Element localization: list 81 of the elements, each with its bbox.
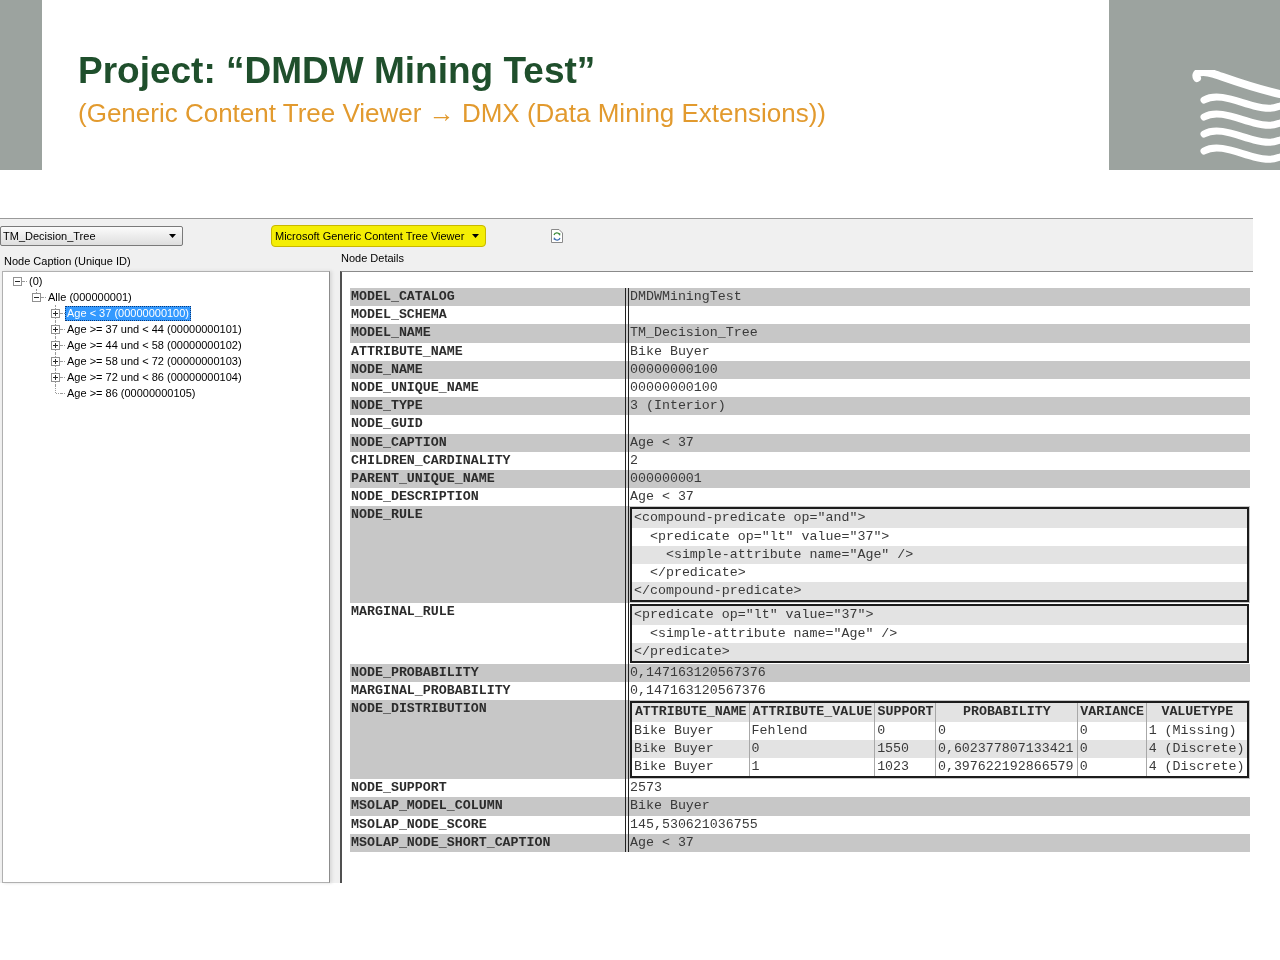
tree-item[interactable]: Age >= 37 und < 44 (00000000101) [65, 321, 244, 337]
code-line: </predicate> [648, 564, 747, 583]
column-header: PROBABILITY [935, 702, 1078, 722]
slide-title: Project: “DMDW Mining Test” [78, 52, 597, 89]
property-name: MSOLAP_NODE_SCORE [350, 815, 488, 834]
table-cell: 1550 [874, 739, 936, 759]
table-cell: Fehlend [749, 721, 875, 740]
plus-box-icon[interactable] [51, 356, 60, 366]
minus-box-icon[interactable] [13, 276, 22, 286]
slide-subtitle: (Generic Content Tree Viewer → DMX (Data Mining Extensions)) [78, 100, 828, 126]
table-cell: 0 [1077, 758, 1147, 778]
property-name: MSOLAP_MODEL_COLUMN [350, 797, 625, 816]
property-name: NODE_NAME [350, 360, 625, 379]
model-dropdown[interactable]: TM_Decision_Tree [0, 225, 183, 246]
table-cell: 1 (Missing) [1146, 721, 1248, 740]
property-value: 3 (Interior) [625, 397, 1250, 416]
property-name: MARGINAL_PROBABILITY [350, 682, 512, 701]
tree-item[interactable]: Age >= 44 und < 58 (00000000102) [65, 337, 244, 353]
code-line: <simple-attribute name="Age" /> [648, 624, 899, 643]
table-cell: 4 (Discrete) [1146, 739, 1248, 759]
property-value: 00000000100 [625, 360, 1250, 379]
refresh-icon[interactable] [551, 228, 563, 243]
table-cell: 0 [935, 721, 1078, 740]
plus-box-icon[interactable] [51, 324, 60, 334]
plus-box-icon[interactable] [51, 340, 60, 350]
property-name: NODE_RULE [350, 506, 625, 604]
property-name: NODE_GUID [350, 415, 424, 434]
property-name: MODEL_NAME [350, 324, 625, 343]
property-value: Bike Buyer [625, 797, 1250, 816]
waves-icon [1192, 70, 1280, 166]
table-cell: 1 [749, 758, 875, 778]
minus-box-icon[interactable] [32, 292, 41, 302]
property-name: MODEL_CATALOG [350, 288, 625, 307]
table-cell: Bike Buyer [631, 721, 749, 740]
tree-item[interactable]: Age >= 72 und < 86 (00000000104) [65, 369, 244, 385]
panel-label: Node Caption (Unique ID) [3, 254, 131, 269]
property-name: NODE_SUPPORT [350, 779, 448, 798]
property-value: TM_Decision_Tree [625, 324, 1250, 343]
panel-label: Node Details [340, 252, 404, 266]
property-value: DMDWMiningTest [625, 288, 1250, 307]
property-value: 0,147163120567376 [625, 664, 1250, 683]
table-cell: Bike Buyer [631, 739, 749, 759]
property-name: NODE_DISTRIBUTION [350, 700, 625, 780]
property-value: Age < 37 [625, 433, 1250, 452]
property-name: MSOLAP_NODE_SHORT_CAPTION [350, 833, 625, 853]
table-cell: 0,602377807133421 [935, 739, 1078, 759]
column-header: VALUETYPE [1146, 702, 1248, 722]
table-cell: 1023 [874, 758, 936, 778]
property-name: NODE_DESCRIPTION [350, 488, 480, 507]
tree-item[interactable]: Age >= 58 und < 72 (00000000103) [65, 353, 244, 369]
table-cell: Bike Buyer [631, 758, 749, 778]
column-header: VARIANCE [1077, 702, 1147, 722]
tree-item[interactable]: (0) [27, 273, 45, 289]
property-name: NODE_PROBABILITY [350, 664, 625, 683]
caret-icon [169, 233, 176, 238]
tree-item[interactable]: Alle (000000001) [46, 289, 134, 305]
caret-icon [472, 233, 479, 238]
tree-item[interactable]: Age >= 86 (00000000105) [65, 385, 198, 401]
plus-box-icon[interactable] [51, 372, 60, 382]
property-name: CHILDREN_CARDINALITY [350, 451, 512, 470]
property-name: MODEL_SCHEMA [350, 306, 448, 325]
table-cell: 0 [874, 721, 936, 740]
column-header: ATTRIBUTE_VALUE [749, 702, 875, 722]
property-name: MARGINAL_RULE [350, 603, 456, 622]
table-cell: 0 [749, 739, 875, 759]
property-value: 000000001 [625, 470, 1250, 489]
property-name: ATTRIBUTE_NAME [350, 342, 464, 361]
column-header: SUPPORT [874, 702, 936, 722]
table-cell: 0,397622192866579 [935, 758, 1078, 778]
code-line: <predicate op="lt" value="37"> [648, 527, 891, 546]
plus-box-icon[interactable] [51, 308, 60, 318]
property-name: NODE_UNIQUE_NAME [350, 379, 480, 397]
column-header: ATTRIBUTE_NAME [631, 702, 749, 722]
table-cell: 0 [1077, 721, 1147, 740]
viewer-dropdown[interactable]: Microsoft Generic Content Tree Viewer [271, 224, 486, 247]
table-cell: 0 [1077, 739, 1147, 759]
table-cell: 4 (Discrete) [1146, 758, 1248, 778]
property-name: PARENT_UNIQUE_NAME [350, 470, 625, 489]
property-value: Age < 37 [625, 833, 1250, 853]
property-name: NODE_CAPTION [350, 433, 625, 452]
property-name: NODE_TYPE [350, 397, 625, 416]
